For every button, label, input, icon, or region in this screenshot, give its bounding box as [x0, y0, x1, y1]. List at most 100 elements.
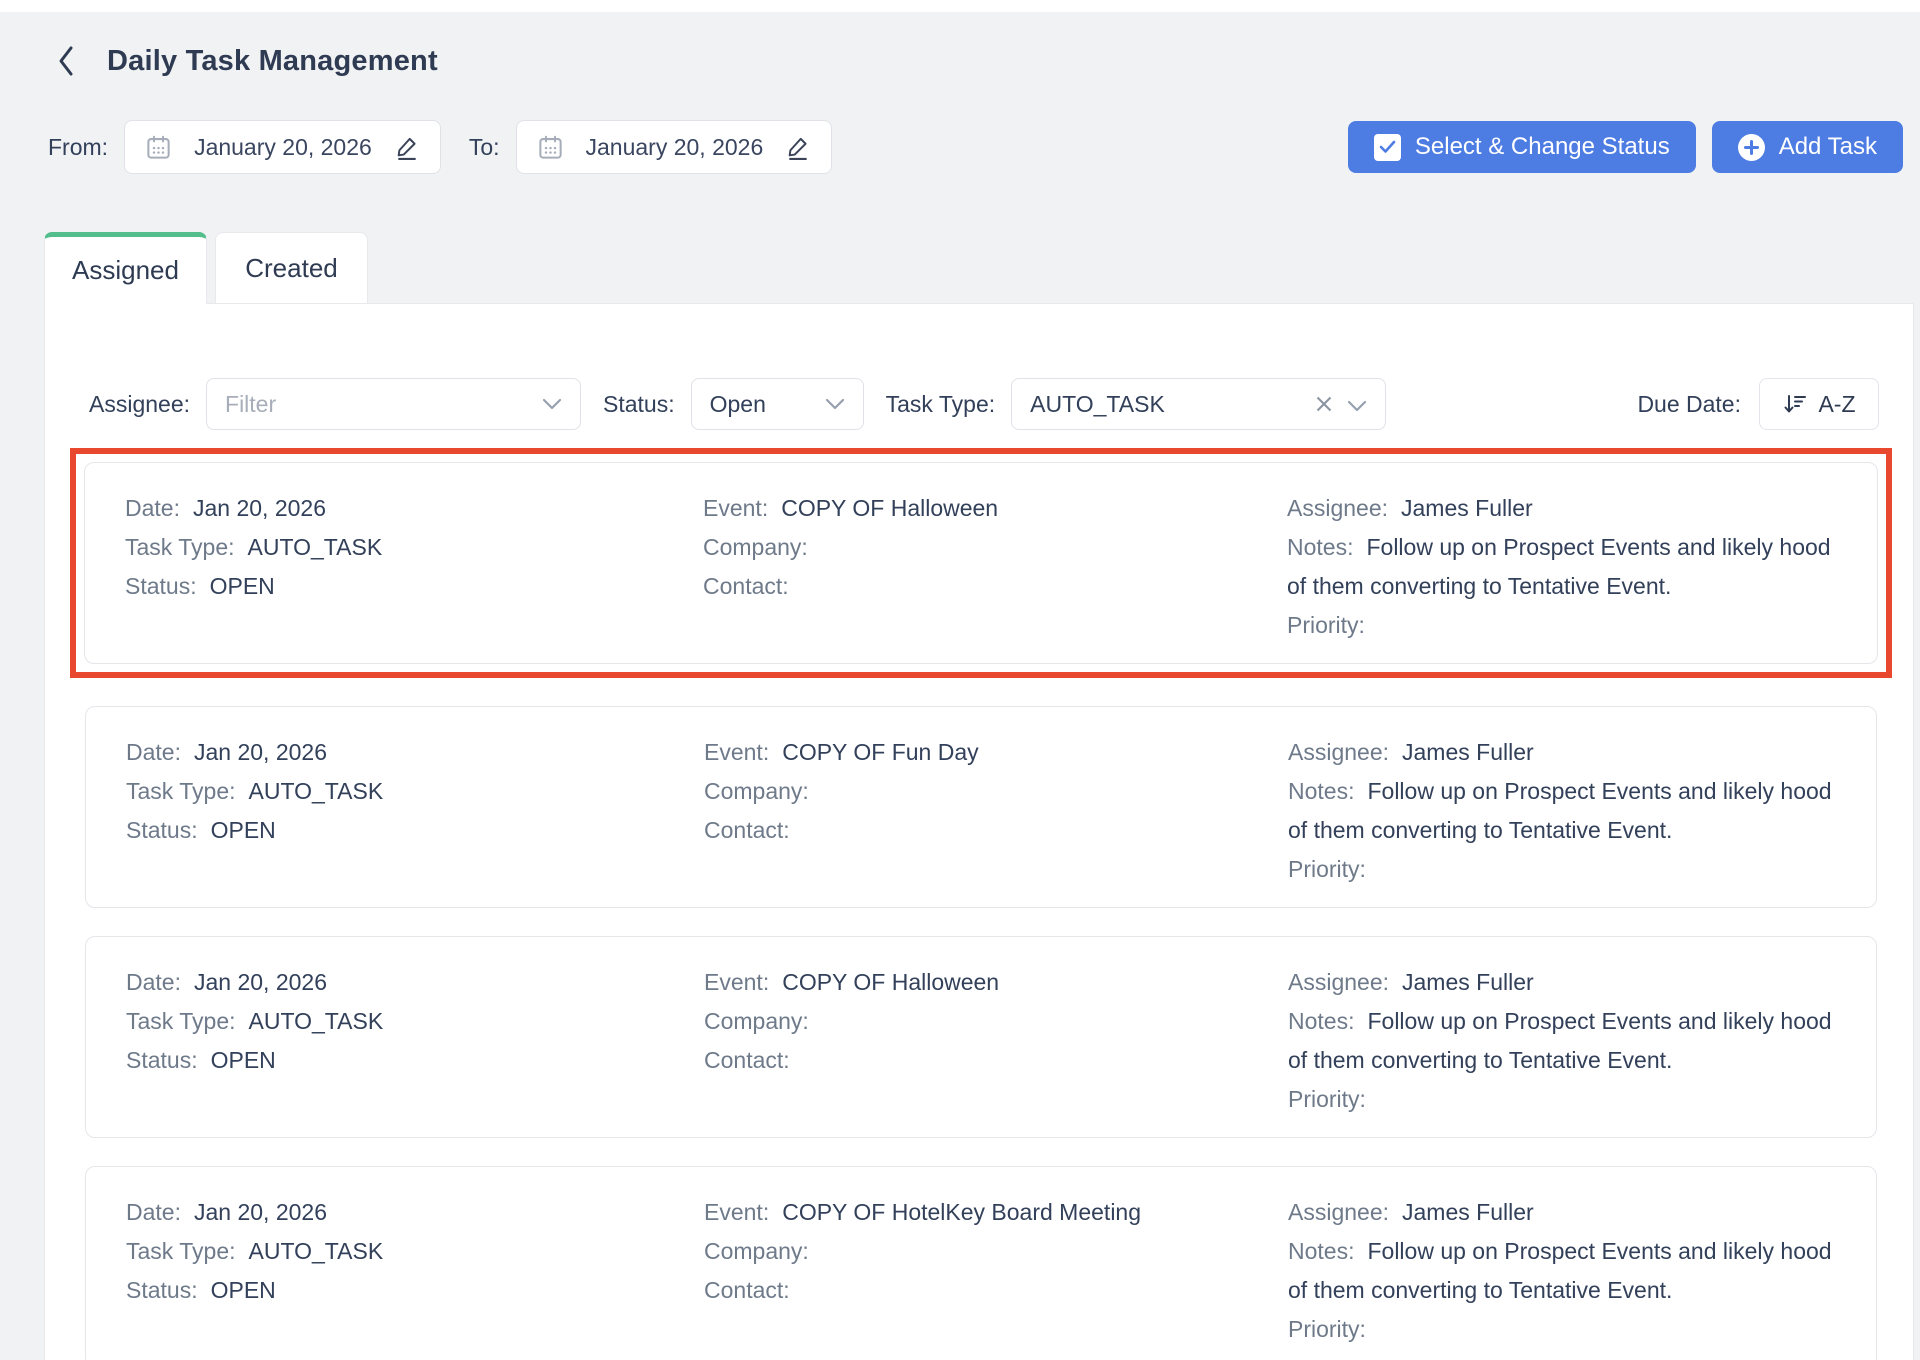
- task-type-value: AUTO_TASK: [249, 1008, 384, 1034]
- date-label: Date:: [126, 739, 181, 765]
- priority-label: Priority:: [1288, 856, 1366, 882]
- chevron-down-icon: [825, 398, 845, 410]
- assignee-value: James Fuller: [1401, 495, 1533, 521]
- notes-value: Follow up on Prospect Events and likely …: [1288, 1008, 1832, 1073]
- filter-row: Assignee: Filter Status: Open Task Type:…: [45, 304, 1913, 430]
- task-card-col-right: Assignee: James Fuller Notes:Follow up on…: [1287, 489, 1847, 645]
- task-card-col-right: Assignee:James Fuller Notes:Follow up on…: [1288, 733, 1846, 889]
- contact-label: Contact:: [704, 1047, 790, 1073]
- task-card-col-left: Date:Jan 20, 2026 Task Type:AUTO_TASK St…: [126, 1193, 704, 1349]
- task-card[interactable]: Date:Jan 20, 2026 Task Type:AUTO_TASK St…: [85, 1166, 1877, 1360]
- assignee-label: Assignee:: [1288, 1199, 1389, 1225]
- notes-value: Follow up on Prospect Events and likely …: [1288, 1238, 1832, 1303]
- page-title: Daily Task Management: [107, 45, 438, 78]
- event-value: COPY OF Halloween: [782, 969, 999, 995]
- status-select[interactable]: Open: [691, 378, 864, 430]
- top-strip: [0, 0, 1920, 12]
- task-type-value: AUTO_TASK: [249, 778, 384, 804]
- task-card[interactable]: Date:Jan 20, 2026 Task Type:AUTO_TASK St…: [84, 462, 1878, 664]
- task-card-col-middle: Event: COPY OF HotelKey Board Meeting Com…: [704, 1193, 1288, 1349]
- task-card-col-left: Date:Jan 20, 2026 Task Type:AUTO_TASK St…: [126, 963, 704, 1119]
- due-date-label: Due Date:: [1637, 391, 1741, 418]
- selected-task-highlight: Date:Jan 20, 2026 Task Type:AUTO_TASK St…: [70, 448, 1892, 678]
- company-label: Company:: [704, 1008, 809, 1034]
- task-type-value: AUTO_TASK: [249, 1238, 384, 1264]
- chevron-left-icon: [55, 44, 77, 78]
- assignee-filter-label: Assignee:: [89, 391, 190, 418]
- status-filter-label: Status:: [603, 391, 675, 418]
- to-date-picker[interactable]: January 20, 2026: [516, 120, 833, 174]
- task-card-col-right: Assignee:James Fuller Notes:Follow up on…: [1288, 963, 1846, 1119]
- select-change-status-label: Select & Change Status: [1415, 133, 1670, 161]
- priority-label: Priority:: [1288, 1316, 1366, 1342]
- task-card-col-left: Date: Jan 20, 2026 Task Type: AUTO_TASK St…: [126, 733, 704, 889]
- plus-circle-icon: [1738, 134, 1765, 161]
- assignee-value: James Fuller: [1402, 969, 1534, 995]
- task-list: Date: Jan 20, 2026 Task Type: AUTO_TASK St…: [45, 430, 1913, 1360]
- contact-label: Contact:: [703, 573, 789, 599]
- assignee-label: Assignee:: [1287, 495, 1388, 521]
- status-value: Open: [710, 391, 766, 418]
- back-button[interactable]: [55, 44, 77, 78]
- sort-az-button[interactable]: A-Z: [1759, 378, 1879, 430]
- tab-assigned-label: Assigned: [72, 255, 179, 286]
- to-label: To:: [469, 134, 500, 161]
- event-label: Event:: [704, 1199, 769, 1225]
- page-header: Daily Task Management: [0, 12, 1920, 78]
- task-card-col-right: Assignee:James Fuller Notes:Follow up on…: [1288, 1193, 1846, 1349]
- x-clear-icon[interactable]: [1315, 395, 1333, 413]
- task-card-col-middle: Event:COPY OF Fun Day Company: Contact:: [704, 733, 1288, 889]
- status-label: Status:: [126, 1277, 198, 1303]
- date-value: Jan 20, 2026: [193, 495, 326, 521]
- date-label: Date:: [125, 495, 180, 521]
- tab-created[interactable]: Created: [215, 232, 368, 304]
- due-date-sort-group: Due Date: A-Z: [1637, 378, 1879, 430]
- task-card-col-middle: Event:COPY OF Halloween Company: Contact…: [704, 963, 1288, 1119]
- from-date-picker[interactable]: January 20, 2026: [124, 120, 441, 174]
- status-value: OPEN: [210, 573, 275, 599]
- task-card-col-middle: Event: COPY OF Halloween Company: Contact…: [703, 489, 1287, 645]
- task-card[interactable]: Date:Jan 20, 2026 Task Type:AUTO_TASK St…: [85, 936, 1877, 1138]
- priority-label: Priority:: [1288, 1086, 1366, 1112]
- sort-az-label: A-Z: [1818, 391, 1855, 418]
- pencil-edit-icon[interactable]: [394, 134, 420, 160]
- task-type-label: Task Type:: [125, 534, 235, 560]
- date-label: Date:: [126, 969, 181, 995]
- status-label: Status:: [125, 573, 197, 599]
- company-label: Company:: [704, 1238, 809, 1264]
- notes-label: Notes:: [1287, 534, 1353, 560]
- task-type-label: Task Type:: [126, 1238, 236, 1264]
- company-label: Company:: [703, 534, 808, 560]
- task-type-value: AUTO_TASK: [1030, 391, 1165, 418]
- task-card-col-left: Date:Jan 20, 2026 Task Type:AUTO_TASK St…: [125, 489, 703, 645]
- from-date-value: January 20, 2026: [188, 134, 378, 161]
- assignee-select[interactable]: Filter: [206, 378, 581, 430]
- pencil-edit-icon[interactable]: [785, 134, 811, 160]
- status-value: OPEN: [211, 1047, 276, 1073]
- event-value: COPY OF Fun Day: [782, 739, 978, 765]
- event-label: Event:: [703, 495, 768, 521]
- task-type-label: Task Type:: [126, 778, 236, 804]
- event-label: Event:: [704, 739, 769, 765]
- toolbar: From: January 20, 2026 To: January 20, 2…: [48, 120, 1903, 174]
- tab-assigned[interactable]: Assigned: [44, 232, 207, 304]
- tab-bar: Assigned Created: [44, 232, 1920, 303]
- notes-value: Follow up on Prospect Events and likely …: [1287, 534, 1831, 599]
- date-value: Jan 20, 2026: [194, 739, 327, 765]
- status-value: OPEN: [211, 1277, 276, 1303]
- task-type-select[interactable]: AUTO_TASK: [1011, 378, 1386, 430]
- status-label: Status:: [126, 817, 198, 843]
- assignee-label: Assignee:: [1288, 969, 1389, 995]
- task-type-label: Task Type:: [126, 1008, 236, 1034]
- content-panel: Assignee: Filter Status: Open Task Type:…: [44, 303, 1914, 1360]
- tab-created-label: Created: [245, 253, 338, 284]
- add-task-button[interactable]: Add Task: [1712, 121, 1903, 173]
- priority-label: Priority:: [1287, 612, 1365, 638]
- event-value: COPY OF HotelKey Board Meeting: [782, 1199, 1141, 1225]
- event-value: COPY OF Halloween: [781, 495, 998, 521]
- task-card[interactable]: Date: Jan 20, 2026 Task Type: AUTO_TASK St…: [85, 706, 1877, 908]
- select-change-status-button[interactable]: Select & Change Status: [1348, 121, 1696, 173]
- assignee-value: James Fuller: [1402, 1199, 1534, 1225]
- notes-value: Follow up on Prospect Events and likely …: [1288, 778, 1832, 843]
- chevron-down-icon: [542, 398, 562, 410]
